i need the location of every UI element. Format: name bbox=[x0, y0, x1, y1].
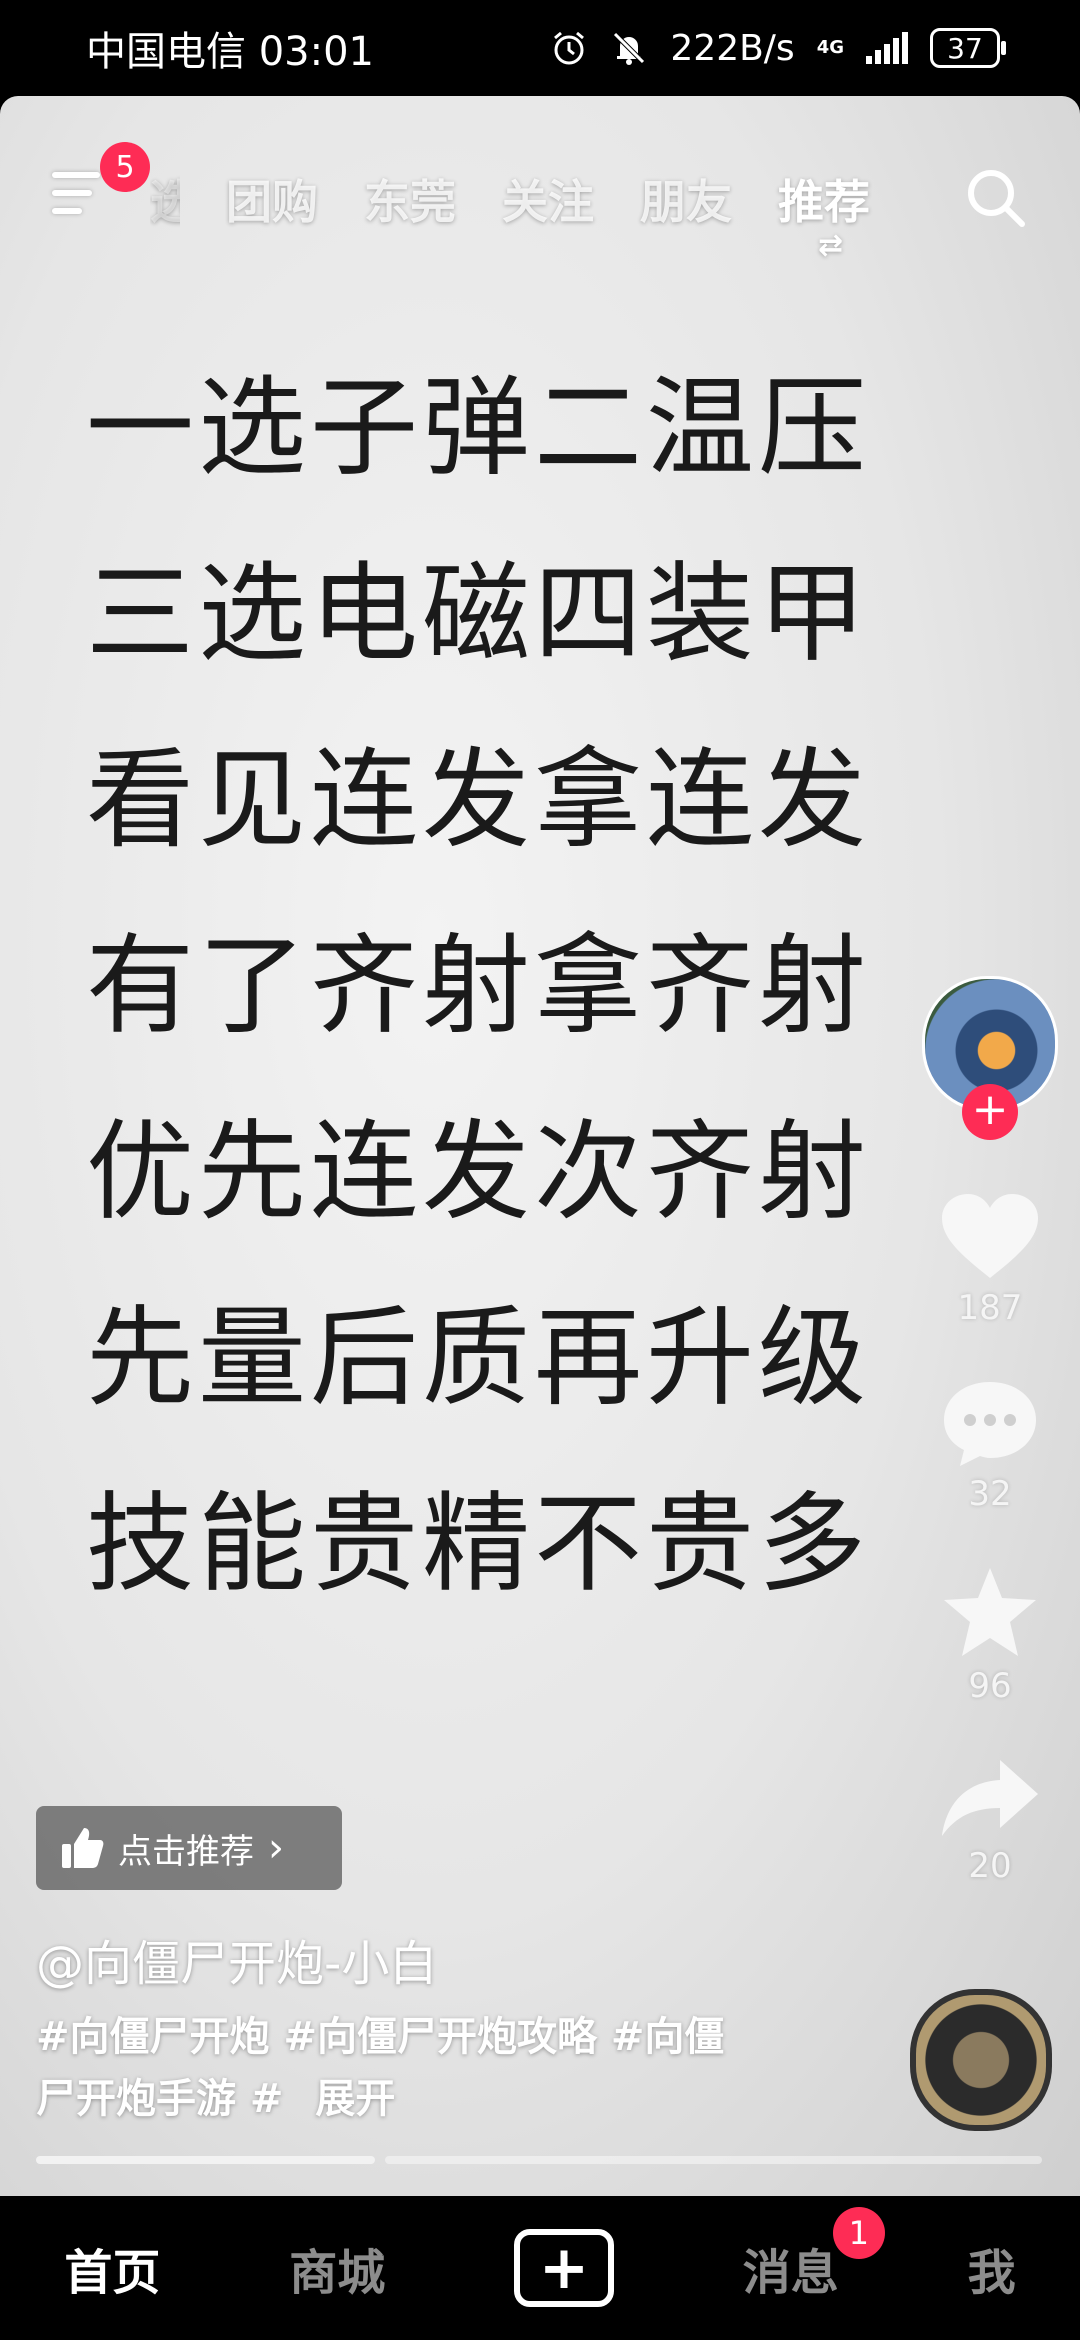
top-nav: 5 选 团购 东莞 关注 朋友 推荐 ⇄ bbox=[0, 136, 1080, 263]
music-disc[interactable] bbox=[910, 1989, 1052, 2131]
text-line: 有了齐射拿齐射 bbox=[86, 924, 871, 1049]
text-line: 三选电磁四装甲 bbox=[86, 552, 871, 677]
comment-icon[interactable] bbox=[940, 1378, 1040, 1468]
plus-icon: + bbox=[538, 2233, 590, 2303]
clock: 03:01 bbox=[258, 29, 374, 75]
favorite-action[interactable]: 96 bbox=[920, 1564, 1060, 1706]
menu-icon[interactable] bbox=[52, 172, 104, 216]
tab-friends[interactable]: 朋友 bbox=[640, 166, 732, 232]
text-line: 技能贵精不贵多 bbox=[86, 1482, 871, 1607]
nav-messages[interactable]: 消息 1 bbox=[742, 2207, 885, 2303]
tab-partial[interactable]: 选 bbox=[150, 166, 180, 232]
text-line: 看见连发拿连发 bbox=[86, 738, 871, 863]
share-action[interactable]: 20 bbox=[920, 1756, 1060, 1886]
messages-badge: 1 bbox=[832, 2207, 885, 2259]
side-actions: + 187 32 96 20 bbox=[920, 976, 1060, 1886]
star-icon[interactable] bbox=[940, 1564, 1040, 1660]
mute-bell-icon bbox=[613, 32, 646, 65]
battery-level: 37 bbox=[947, 31, 983, 65]
net-type: 4G bbox=[816, 37, 844, 58]
text-line: 先量后质再升级 bbox=[86, 1296, 871, 1421]
like-action[interactable]: 187 bbox=[920, 1192, 1060, 1328]
recommend-label: 点击推荐 bbox=[118, 1831, 254, 1872]
battery-icon: 37 bbox=[930, 28, 1006, 68]
nav-tabs: 选 团购 东莞 关注 朋友 推荐 ⇄ bbox=[150, 166, 870, 263]
description-line: #向僵尸开炮 #向僵尸开炮攻略 #向僵 bbox=[36, 2014, 725, 2060]
carrier-time: 中国电信 03:01 bbox=[86, 19, 550, 77]
tab-recommend[interactable]: 推荐 ⇄ bbox=[778, 166, 870, 263]
thumbs-up-icon bbox=[62, 1828, 104, 1868]
progress-remaining bbox=[385, 2156, 1042, 2164]
expand-button[interactable]: 展开 bbox=[315, 2076, 395, 2122]
nav-messages-label: 消息 bbox=[742, 2245, 839, 2301]
favorite-count: 96 bbox=[968, 1666, 1012, 1706]
status-bar: 中国电信 03:01 222B/s 4G 37 bbox=[0, 0, 1080, 96]
progress-fill bbox=[36, 2156, 375, 2164]
video-description: #向僵尸开炮 #向僵尸开炮攻略 #向僵 尸开炮手游 # 展开 bbox=[36, 2006, 836, 2130]
tab-dongguan[interactable]: 东莞 bbox=[364, 166, 456, 232]
author-name[interactable]: @向僵尸开炮-小白 bbox=[36, 1924, 437, 1994]
text-line: 优先连发次齐射 bbox=[86, 1110, 871, 1235]
heart-icon[interactable] bbox=[940, 1192, 1040, 1282]
create-button[interactable]: + bbox=[513, 2229, 614, 2307]
nav-me[interactable]: 我 bbox=[968, 2233, 1016, 2303]
comment-count: 32 bbox=[968, 1474, 1012, 1514]
tab-recommend-label: 推荐 bbox=[778, 175, 870, 229]
share-count: 20 bbox=[968, 1846, 1012, 1886]
comment-action[interactable]: 32 bbox=[920, 1378, 1060, 1514]
signal-icon bbox=[866, 32, 908, 64]
follow-button[interactable]: + bbox=[962, 1084, 1018, 1140]
tab-group-buy[interactable]: 团购 bbox=[226, 166, 318, 232]
description-line: 尸开炮手游 # bbox=[36, 2076, 284, 2122]
nav-mall[interactable]: 商城 bbox=[289, 2233, 385, 2303]
bottom-nav: 首页 商城 + 消息 1 我 bbox=[0, 2196, 1080, 2340]
recommend-button[interactable]: 点击推荐 › bbox=[36, 1806, 342, 1890]
net-speed: 222B/s bbox=[670, 27, 795, 69]
search-icon[interactable] bbox=[964, 166, 1028, 230]
author-avatar[interactable]: + bbox=[922, 976, 1058, 1140]
carrier-name: 中国电信 bbox=[86, 29, 246, 75]
tab-following[interactable]: 关注 bbox=[502, 166, 594, 232]
swap-icon: ⇄ bbox=[818, 228, 844, 263]
like-count: 187 bbox=[957, 1288, 1023, 1328]
chevron-right-icon: › bbox=[268, 1825, 284, 1871]
menu-badge: 5 bbox=[100, 142, 150, 192]
nav-home[interactable]: 首页 bbox=[64, 2233, 160, 2303]
video-feed[interactable]: 5 选 团购 东莞 关注 朋友 推荐 ⇄ 一选子弹二温压 三选电磁四装甲 看见连… bbox=[0, 96, 1080, 2196]
video-text: 一选子弹二温压 三选电磁四装甲 看见连发拿连发 有了齐射拿齐射 优先连发次齐射 … bbox=[86, 336, 870, 1638]
share-icon[interactable] bbox=[940, 1756, 1040, 1840]
text-line: 一选子弹二温压 bbox=[86, 366, 871, 491]
alarm-icon bbox=[554, 31, 585, 65]
progress-bar[interactable] bbox=[36, 2156, 1042, 2164]
